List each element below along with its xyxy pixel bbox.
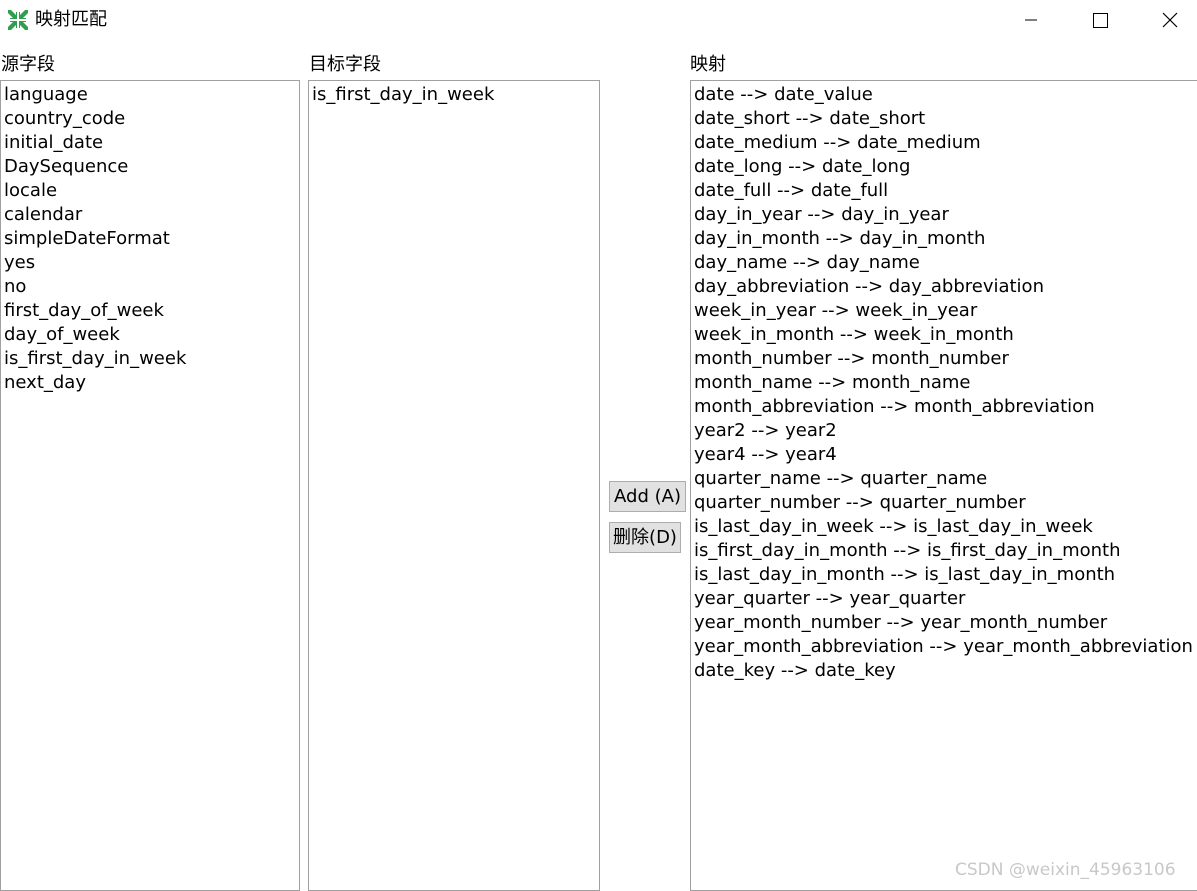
mapping-label: 映射 — [690, 54, 726, 75]
mapping-item[interactable]: date_short --> date_short — [694, 107, 1197, 131]
target-fields-label: 目标字段 — [309, 54, 381, 75]
source-field-item[interactable]: is_first_day_in_week — [4, 347, 299, 371]
mapping-item[interactable]: day_in_year --> day_in_year — [694, 203, 1197, 227]
source-field-item[interactable]: simpleDateFormat — [4, 227, 299, 251]
watermark: CSDN @weixin_45963106 — [955, 860, 1176, 880]
mapping-item[interactable]: week_in_month --> week_in_month — [694, 323, 1197, 347]
mapping-item[interactable]: year4 --> year4 — [694, 443, 1197, 467]
mapping-item[interactable]: date --> date_value — [694, 83, 1197, 107]
mapping-item[interactable]: is_first_day_in_month --> is_first_day_i… — [694, 539, 1197, 563]
mapping-item[interactable]: year_month_number --> year_month_number — [694, 611, 1197, 635]
window-title: 映射匹配 — [35, 9, 107, 30]
source-field-item[interactable]: day_of_week — [4, 323, 299, 347]
source-field-item[interactable]: yes — [4, 251, 299, 275]
close-button[interactable] — [1147, 0, 1193, 40]
maximize-icon — [1092, 12, 1108, 28]
mapping-item[interactable]: year_quarter --> year_quarter — [694, 587, 1197, 611]
mapping-item[interactable]: date_key --> date_key — [694, 659, 1197, 683]
minimize-button[interactable] — [1008, 0, 1054, 40]
mapping-item[interactable]: year_month_abbreviation --> year_month_a… — [694, 635, 1197, 659]
source-field-item[interactable]: language — [4, 83, 299, 107]
close-icon — [1162, 12, 1178, 28]
mapping-list[interactable]: date --> date_value date_short --> date_s… — [690, 80, 1197, 891]
minimize-icon — [1024, 13, 1038, 27]
source-field-item[interactable]: calendar — [4, 203, 299, 227]
mapping-item[interactable]: quarter_name --> quarter_name — [694, 467, 1197, 491]
add-button[interactable]: Add (A) — [609, 481, 686, 512]
source-field-item[interactable]: no — [4, 275, 299, 299]
delete-button[interactable]: 删除(D) — [609, 522, 681, 553]
mapping-item[interactable]: date_long --> date_long — [694, 155, 1197, 179]
mapping-item[interactable]: day_in_month --> day_in_month — [694, 227, 1197, 251]
mapping-item[interactable]: is_last_day_in_month --> is_last_day_in_… — [694, 563, 1197, 587]
title-bar[interactable]: 映射匹配 — [0, 0, 1197, 40]
source-field-item[interactable]: locale — [4, 179, 299, 203]
source-field-item[interactable]: initial_date — [4, 131, 299, 155]
mapping-item[interactable]: week_in_year --> week_in_year — [694, 299, 1197, 323]
source-fields-label: 源字段 — [1, 54, 55, 75]
target-field-item[interactable]: is_first_day_in_week — [312, 83, 599, 107]
target-fields-list[interactable]: is_first_day_in_week — [308, 80, 600, 891]
source-field-item[interactable]: DaySequence — [4, 155, 299, 179]
mapping-item[interactable]: month_abbreviation --> month_abbreviatio… — [694, 395, 1197, 419]
source-fields-list[interactable]: language country_code initial_date DaySeque… — [0, 80, 300, 891]
mapping-item[interactable]: date_full --> date_full — [694, 179, 1197, 203]
mapping-item[interactable]: month_name --> month_name — [694, 371, 1197, 395]
mapping-dialog: 映射匹配 源字段 language country_code initial_dat… — [0, 0, 1197, 891]
collapse-arrows-icon — [7, 9, 29, 31]
maximize-button[interactable] — [1077, 0, 1123, 40]
mapping-item[interactable]: is_last_day_in_week --> is_last_day_in_w… — [694, 515, 1197, 539]
mapping-item[interactable]: day_name --> day_name — [694, 251, 1197, 275]
mapping-item[interactable]: day_abbreviation --> day_abbreviation — [694, 275, 1197, 299]
mapping-item[interactable]: date_medium --> date_medium — [694, 131, 1197, 155]
source-field-item[interactable]: country_code — [4, 107, 299, 131]
mapping-item[interactable]: year2 --> year2 — [694, 419, 1197, 443]
mapping-item[interactable]: quarter_number --> quarter_number — [694, 491, 1197, 515]
source-field-item[interactable]: next_day — [4, 371, 299, 395]
mapping-item[interactable]: month_number --> month_number — [694, 347, 1197, 371]
source-field-item[interactable]: first_day_of_week — [4, 299, 299, 323]
